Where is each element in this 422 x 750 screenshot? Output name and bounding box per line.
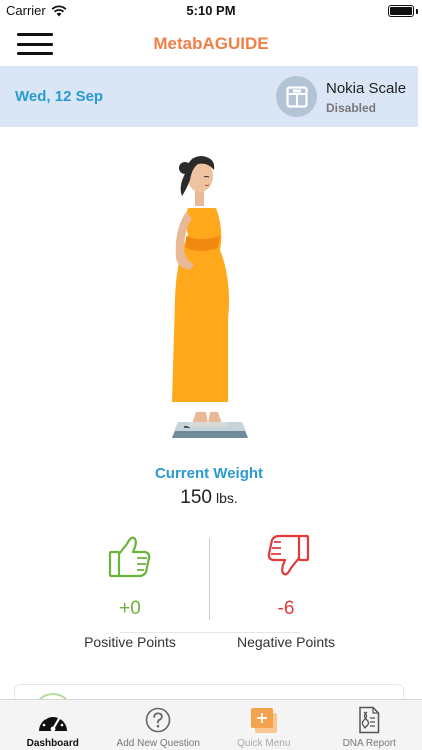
thumbs-up-icon[interactable] [107, 532, 153, 580]
battery-icon [388, 5, 414, 17]
current-weight-value: 150 lbs. [0, 487, 418, 509]
dna-report-icon [353, 706, 385, 734]
points-separator [120, 632, 300, 633]
status-time: 5:10 PM [186, 3, 236, 18]
status-bar: Carrier 5:10 PM [0, 0, 422, 22]
tab-bar: Dashboard Add New Question Quick Menu DN… [0, 699, 422, 750]
tab-label-add-new-question: Add New Question [116, 738, 200, 749]
current-weight-label: Current Weight [154, 465, 264, 482]
tab-add-new-question[interactable]: Add New Question [106, 700, 212, 750]
points-divider [209, 538, 210, 620]
quick-menu-plus-icon [248, 706, 280, 734]
tab-quick-menu[interactable]: Quick Menu [211, 700, 317, 750]
negative-points-value: -6 [277, 598, 295, 619]
navigation-bar: MetabAGUIDE [0, 22, 422, 66]
battery-level [390, 7, 412, 15]
scale-glyph-icon [285, 85, 308, 108]
scale-icon[interactable] [276, 76, 317, 117]
tab-dashboard[interactable]: Dashboard [0, 700, 106, 750]
tab-label-dna-report: DNA Report [342, 738, 396, 749]
scale-name[interactable]: Nokia Scale [326, 80, 406, 97]
tab-label-dashboard: Dashboard [26, 738, 79, 749]
thumbs-down-icon[interactable] [265, 532, 311, 580]
app-title: MetabAGUIDE [153, 34, 269, 53]
negative-points-label: Negative Points [236, 634, 336, 650]
battery-tip [416, 9, 418, 14]
weight-unit: lbs. [215, 490, 238, 506]
dashboard-gauge-icon [37, 706, 69, 734]
pregnant-woman-illustration [172, 156, 248, 438]
question-circle-icon [142, 706, 174, 734]
tab-dna-report[interactable]: DNA Report [317, 700, 422, 750]
date-scale-banner: Wed, 12 Sep Nokia Scale Disabled [0, 66, 418, 127]
tab-label-quick-menu: Quick Menu [237, 738, 291, 749]
current-date[interactable]: Wed, 12 Sep [15, 88, 103, 105]
weight-number: 150 [180, 487, 212, 508]
scale-status: Disabled [326, 101, 377, 115]
positive-points-value: +0 [119, 598, 141, 619]
positive-points-label: Positive Points [84, 634, 176, 650]
